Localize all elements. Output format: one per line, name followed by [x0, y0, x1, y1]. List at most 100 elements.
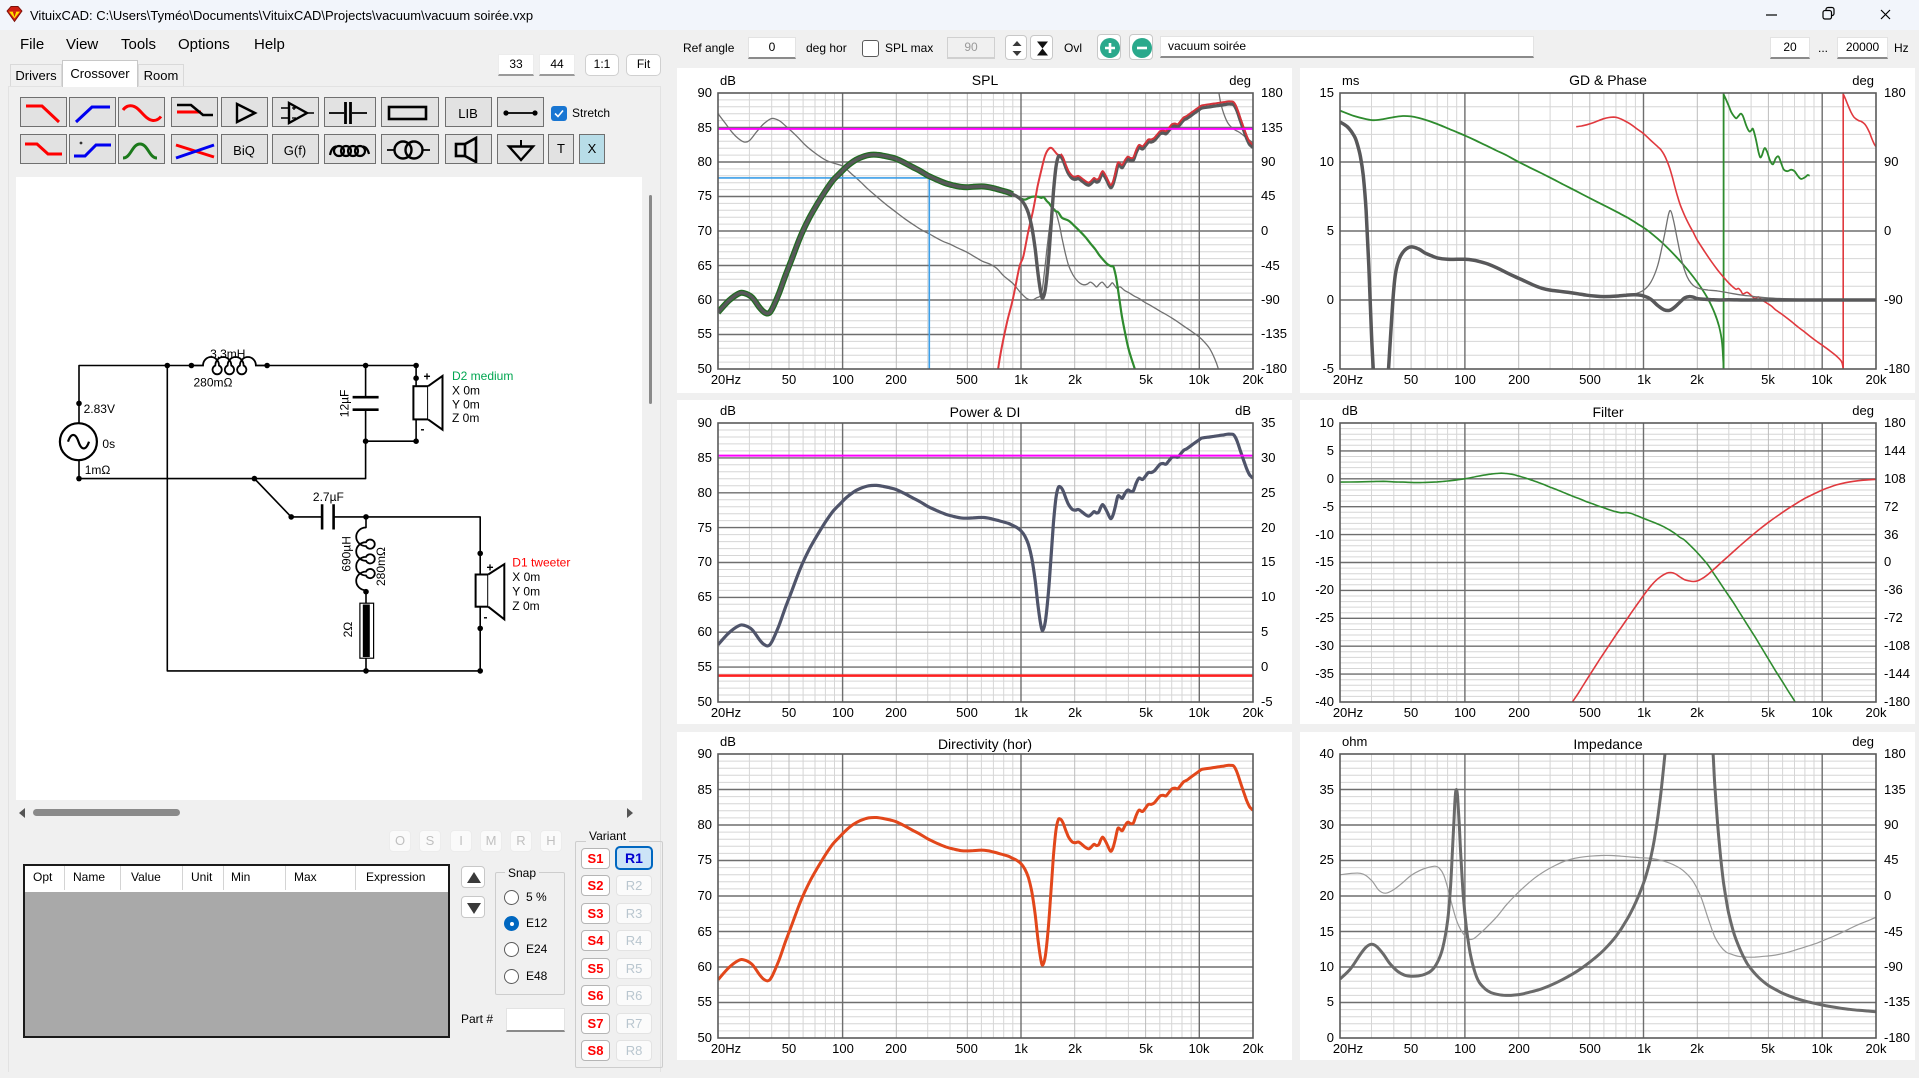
svg-text:BiQ: BiQ: [233, 143, 255, 158]
svg-text:0: 0: [1327, 471, 1334, 486]
svg-text:200: 200: [1508, 705, 1530, 720]
svg-text:0: 0: [1884, 888, 1891, 903]
svg-text:+: +: [487, 561, 494, 575]
svg-text:55: 55: [698, 994, 712, 1009]
svg-text:65: 65: [698, 924, 712, 939]
svg-text:5k: 5k: [1139, 705, 1153, 720]
svg-text:65: 65: [698, 258, 712, 273]
svg-text:2k: 2k: [1690, 1041, 1704, 1056]
svg-text:65: 65: [698, 589, 712, 604]
svg-text:50: 50: [782, 1041, 796, 1056]
svg-text:500: 500: [956, 372, 978, 387]
svg-text:0: 0: [1261, 223, 1268, 238]
svg-text:20k: 20k: [1243, 372, 1264, 387]
svg-text:2.83V: 2.83V: [84, 402, 115, 416]
svg-text:10k: 10k: [1189, 705, 1210, 720]
svg-text:Impedance: Impedance: [1573, 736, 1642, 752]
svg-text:-30: -30: [1315, 638, 1334, 653]
svg-text:10k: 10k: [1812, 372, 1833, 387]
svg-text:20k: 20k: [1243, 1041, 1264, 1056]
svg-text:-10: -10: [1315, 527, 1334, 542]
svg-text:30: 30: [1261, 450, 1275, 465]
svg-text:60: 60: [698, 624, 712, 639]
svg-text:200: 200: [885, 1041, 907, 1056]
svg-text:2Ω: 2Ω: [341, 622, 355, 638]
svg-text:1mΩ: 1mΩ: [85, 463, 111, 477]
svg-text:LIB: LIB: [458, 106, 478, 121]
svg-text:0: 0: [1884, 223, 1891, 238]
svg-text:25: 25: [1261, 485, 1275, 500]
svg-text:100: 100: [832, 705, 854, 720]
svg-text:-108: -108: [1884, 638, 1910, 653]
svg-text:-135: -135: [1884, 994, 1910, 1009]
svg-text:Y 0m: Y 0m: [512, 585, 540, 599]
svg-text:10: 10: [1320, 415, 1334, 430]
svg-text:-25: -25: [1315, 610, 1334, 625]
svg-text:5k: 5k: [1761, 372, 1775, 387]
svg-text:100: 100: [832, 1041, 854, 1056]
svg-text:144: 144: [1884, 443, 1906, 458]
svg-text:-180: -180: [1884, 361, 1910, 376]
svg-text:20Hz: 20Hz: [1333, 1041, 1363, 1056]
svg-text:15: 15: [1261, 554, 1275, 569]
svg-text:5k: 5k: [1761, 705, 1775, 720]
svg-text:5: 5: [1327, 443, 1334, 458]
svg-text:90: 90: [1884, 817, 1898, 832]
svg-text:135: 135: [1261, 120, 1283, 135]
svg-text:25: 25: [1320, 852, 1334, 867]
svg-text:-40: -40: [1315, 694, 1334, 709]
svg-text:10: 10: [1320, 959, 1334, 974]
svg-text:70: 70: [698, 223, 712, 238]
svg-text:deg: deg: [1852, 403, 1874, 418]
svg-text:108: 108: [1884, 471, 1906, 486]
svg-text:-90: -90: [1261, 292, 1280, 307]
svg-text:Directivity (hor): Directivity (hor): [938, 736, 1032, 752]
svg-text:dB: dB: [1235, 403, 1251, 418]
svg-text:D1 tweeter: D1 tweeter: [512, 556, 570, 570]
svg-text:30: 30: [1320, 817, 1334, 832]
svg-text:-: -: [421, 422, 425, 436]
svg-text:200: 200: [1508, 1041, 1530, 1056]
svg-text:180: 180: [1884, 415, 1906, 430]
svg-text:20k: 20k: [1243, 705, 1264, 720]
svg-text:75: 75: [698, 520, 712, 535]
svg-text:70: 70: [698, 888, 712, 903]
svg-text:180: 180: [1884, 746, 1906, 761]
svg-text:0s: 0s: [102, 437, 115, 451]
svg-text:280mΩ: 280mΩ: [374, 547, 388, 586]
svg-text:10: 10: [1320, 154, 1334, 169]
svg-text:X 0m: X 0m: [512, 570, 540, 584]
svg-text:100: 100: [1454, 372, 1476, 387]
svg-text:5k: 5k: [1139, 1041, 1153, 1056]
svg-text:72: 72: [1884, 499, 1898, 514]
svg-text:5k: 5k: [1761, 1041, 1775, 1056]
svg-text:5: 5: [1327, 994, 1334, 1009]
svg-text:GD & Phase: GD & Phase: [1569, 72, 1647, 88]
svg-text:1k: 1k: [1637, 1041, 1651, 1056]
svg-text:-135: -135: [1261, 326, 1287, 341]
svg-text:100: 100: [1454, 1041, 1476, 1056]
svg-text:Z 0m: Z 0m: [452, 411, 479, 425]
svg-text:Y 0m: Y 0m: [452, 397, 480, 411]
svg-text:+: +: [424, 370, 431, 384]
svg-text:20k: 20k: [1866, 372, 1887, 387]
svg-text:-35: -35: [1315, 666, 1334, 681]
svg-text:deg: deg: [1229, 73, 1251, 88]
svg-text:1k: 1k: [1014, 372, 1028, 387]
svg-text:20Hz: 20Hz: [711, 705, 741, 720]
svg-text:-45: -45: [1261, 258, 1280, 273]
svg-text:55: 55: [698, 326, 712, 341]
svg-text:200: 200: [1508, 372, 1530, 387]
svg-text:0: 0: [1261, 659, 1268, 674]
svg-text:500: 500: [1579, 1041, 1601, 1056]
svg-text:20k: 20k: [1866, 705, 1887, 720]
svg-text:10k: 10k: [1812, 705, 1833, 720]
svg-text:20Hz: 20Hz: [711, 372, 741, 387]
svg-text:Filter: Filter: [1592, 404, 1623, 420]
svg-text:45: 45: [1261, 188, 1275, 203]
svg-text:70: 70: [698, 554, 712, 569]
svg-text:X 0m: X 0m: [452, 384, 480, 398]
svg-text:Power & DI: Power & DI: [950, 404, 1021, 420]
svg-text:-: -: [484, 610, 488, 624]
svg-text:500: 500: [1579, 705, 1601, 720]
